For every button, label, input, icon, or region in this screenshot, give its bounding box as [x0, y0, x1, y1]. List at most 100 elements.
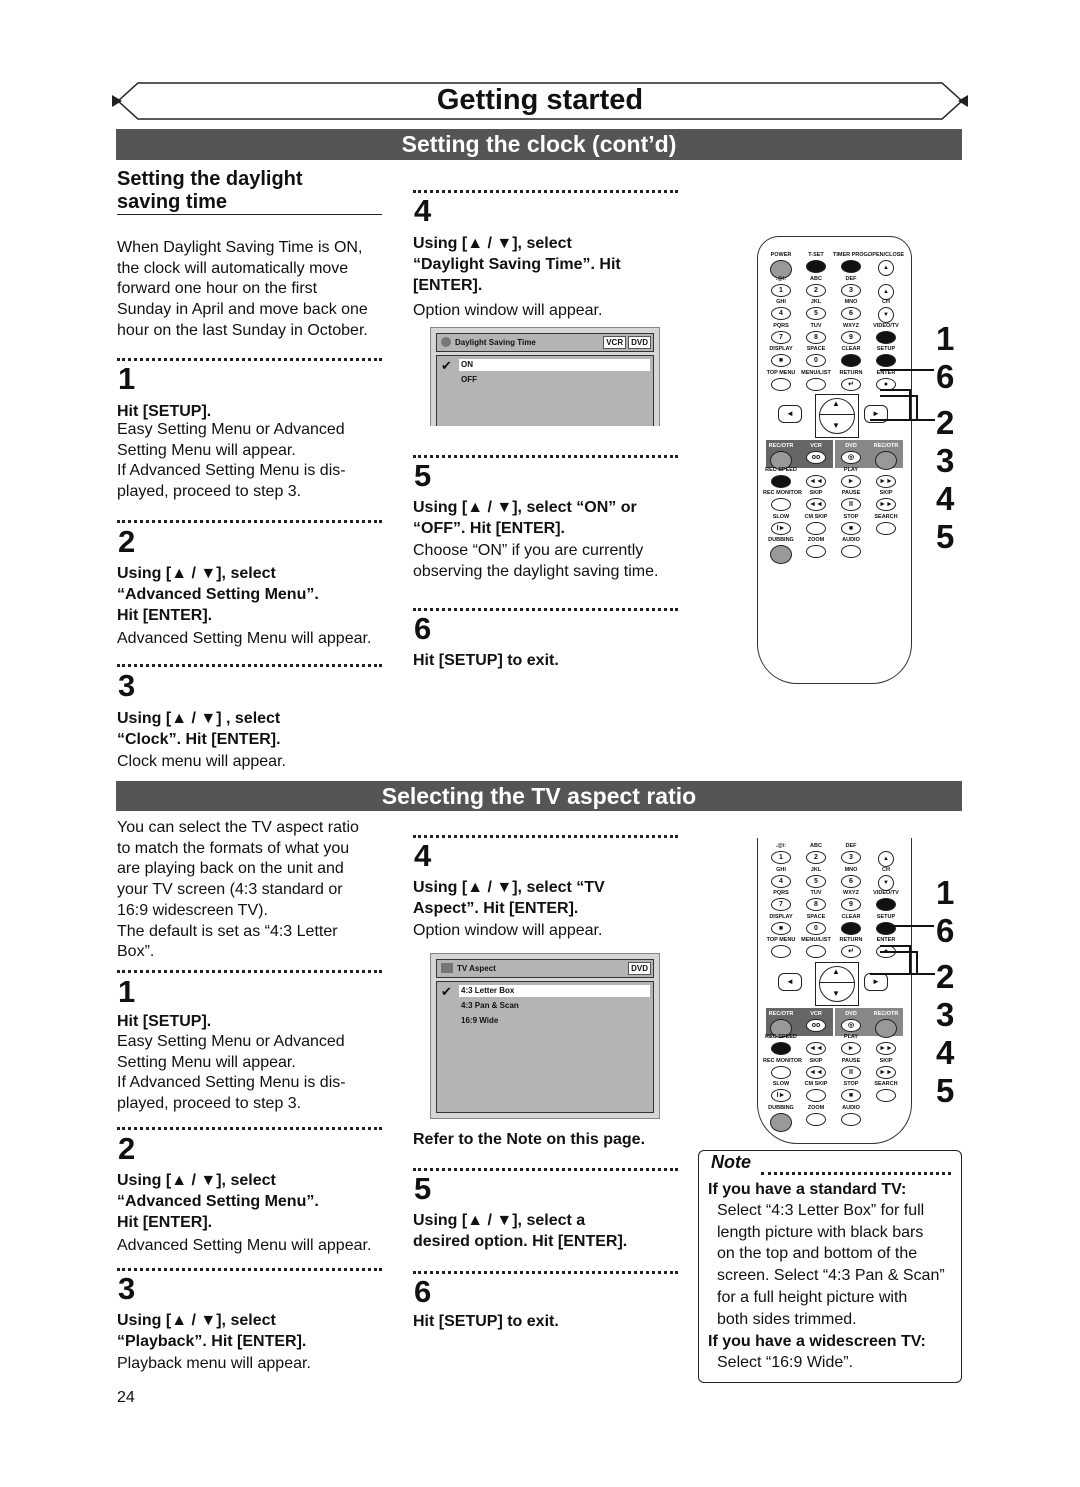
skip-button[interactable]: SKIP ►► — [868, 1057, 904, 1079]
note-box: Note If you have a standard TV: Select “… — [698, 1150, 962, 1383]
wxyz-button[interactable]: WXYZ 9 — [833, 889, 869, 911]
option-pan-scan[interactable]: 4:3 Pan & Scan — [461, 1000, 519, 1012]
step-result: Advanced Setting Menu will appear. — [117, 1237, 372, 1254]
left-arrow-button[interactable]: ◄ — [778, 405, 802, 423]
search-button[interactable]: SEARCH — [868, 1080, 904, 1102]
option-letter-box[interactable]: 4:3 Letter Box — [459, 985, 650, 997]
search-button[interactable]: SEARCH — [868, 513, 904, 535]
menu-list-button[interactable]: MENU/LIST — [798, 936, 834, 958]
audio-button[interactable]: AUDIO — [833, 1104, 869, 1126]
step-divider — [413, 608, 678, 611]
pqrs-button[interactable]: PQRS 7 — [763, 889, 799, 911]
down-arrow-button[interactable]: ▼ — [832, 989, 840, 998]
ghi-button[interactable]: GHI 4 — [763, 866, 799, 888]
skip-button[interactable]: SKIP ◄◄ — [798, 489, 834, 511]
abc-button[interactable]: ABC 2 — [798, 275, 834, 297]
vcr-button[interactable]: VCR oo — [798, 442, 834, 464]
menu-list-button[interactable]: MENU/LIST — [798, 369, 834, 391]
display-button[interactable]: DISPLAY ■ — [763, 913, 799, 935]
pause-button[interactable]: PAUSE II — [833, 1057, 869, 1079]
rec-speed-button[interactable]: REC SPEED — [763, 1033, 799, 1055]
abc-button[interactable]: ABC 2 — [798, 842, 834, 864]
jkl-button[interactable]: JKL 5 — [798, 298, 834, 320]
def-button[interactable]: DEF 3 — [833, 275, 869, 297]
timer-prog-button[interactable]: TIMER PROG. — [833, 251, 869, 273]
pqrs-button[interactable]: PQRS 7 — [763, 322, 799, 344]
step-divider — [117, 970, 382, 973]
cm-skip-button[interactable]: CM SKIP — [798, 1080, 834, 1102]
up-arrow-button[interactable]: ▲ — [832, 967, 840, 976]
up-arrow-button[interactable]: ▲ — [832, 399, 840, 408]
jkl-button[interactable]: JKL 5 — [798, 866, 834, 888]
t-set-button[interactable]: T-SET — [798, 251, 834, 273]
nav-box: ▲ ▼ — [815, 961, 859, 1006]
page-number: 24 — [117, 1389, 135, 1406]
stop-button[interactable]: STOP ■ — [833, 513, 869, 535]
play-button[interactable]: PLAY ► — [833, 1033, 869, 1055]
key-button[interactable]: ◄◄ — [798, 466, 834, 488]
step-instruction: Using [▲ / ▼], select “Playback”. Hit [E… — [117, 1312, 307, 1350]
down-arrow-button[interactable]: ▼ — [832, 421, 840, 430]
rec-monitor-button[interactable]: REC MONITOR — [763, 489, 802, 511]
play-button[interactable]: PLAY ► — [833, 466, 869, 488]
cm-skip-button[interactable]: CM SKIP — [798, 513, 834, 535]
slow-button[interactable]: SLOW I► — [763, 513, 799, 535]
wxyz-button[interactable]: WXYZ 9 — [833, 322, 869, 344]
step-divider — [413, 835, 678, 838]
skip-button[interactable]: SKIP ◄◄ — [798, 1057, 834, 1079]
def-button[interactable]: DEF 3 — [833, 842, 869, 864]
zoom-button[interactable]: ZOOM — [798, 536, 834, 558]
note-heading-standard: If you have a standard TV: — [708, 1181, 907, 1198]
step-number: 2 — [118, 524, 136, 559]
left-arrow-button[interactable]: ◄ — [778, 972, 802, 991]
open-close-button[interactable]: OPEN/CLOSE ▲ — [868, 251, 904, 276]
note-title: Note — [711, 1152, 751, 1172]
stop-button[interactable]: STOP ■ — [833, 1080, 869, 1102]
step-result: Advanced Setting Menu will appear. — [117, 630, 372, 647]
step-number: 5 — [414, 1171, 432, 1206]
rec-speed-button[interactable]: REC SPEED — [763, 466, 799, 488]
step-number: 5 — [414, 458, 432, 493]
intro-text: When Daylight Saving Time is ON, the clo… — [117, 239, 368, 339]
key-button[interactable]: ►► — [868, 1033, 904, 1055]
vcr-button[interactable]: VCR oo — [798, 1010, 834, 1032]
space-button[interactable]: SPACE 0 — [798, 913, 834, 935]
zoom-button[interactable]: ZOOM — [798, 1104, 834, 1126]
top-menu-button[interactable]: TOP MENU — [763, 369, 799, 391]
step-result: Playback menu will appear. — [117, 1355, 311, 1372]
tuv-button[interactable]: TUV 8 — [798, 889, 834, 911]
key-button[interactable]: .@/: 1 — [763, 842, 799, 864]
dvd-button[interactable]: DVD ◎ — [833, 442, 869, 464]
dvd-button[interactable]: DVD ◎ — [833, 1010, 869, 1032]
clear-button[interactable]: CLEAR — [833, 913, 869, 935]
clear-button[interactable]: CLEAR — [833, 345, 869, 367]
mno-button[interactable]: MNO 6 — [833, 298, 869, 320]
tuv-button[interactable]: TUV 8 — [798, 322, 834, 344]
pause-button[interactable]: PAUSE II — [833, 489, 869, 511]
skip-button[interactable]: SKIP ►► — [868, 489, 904, 511]
option-off[interactable]: OFF — [461, 374, 477, 386]
dubbing-button[interactable]: DUBBING — [763, 536, 799, 564]
display-button[interactable]: DISPLAY ■ — [763, 345, 799, 367]
return-button[interactable]: RETURN ↵ — [833, 369, 869, 391]
key-button[interactable]: ▲ — [868, 275, 904, 300]
rec-monitor-button[interactable]: REC MONITOR — [763, 1057, 802, 1079]
key-button[interactable]: ►► — [868, 466, 904, 488]
return-button[interactable]: RETURN ↵ — [833, 936, 869, 958]
slow-button[interactable]: SLOW I► — [763, 1080, 799, 1102]
key-button[interactable]: .@/: 1 — [763, 275, 799, 297]
step-number: 4 — [414, 193, 432, 228]
space-button[interactable]: SPACE 0 — [798, 345, 834, 367]
option-on[interactable]: ON — [459, 359, 650, 371]
callout-step-4: 4 — [936, 480, 955, 517]
ghi-button[interactable]: GHI 4 — [763, 298, 799, 320]
dubbing-button[interactable]: DUBBING — [763, 1104, 799, 1132]
mno-button[interactable]: MNO 6 — [833, 866, 869, 888]
key-button[interactable]: ◄◄ — [798, 1033, 834, 1055]
note-text-standard: Select “4:3 Letter Box” for full length … — [717, 1202, 945, 1328]
top-menu-button[interactable]: TOP MENU — [763, 936, 799, 958]
clock-icon — [441, 337, 451, 347]
audio-button[interactable]: AUDIO — [833, 536, 869, 558]
key-button[interactable]: ▲ — [868, 842, 904, 867]
option-wide[interactable]: 16:9 Wide — [461, 1015, 498, 1027]
